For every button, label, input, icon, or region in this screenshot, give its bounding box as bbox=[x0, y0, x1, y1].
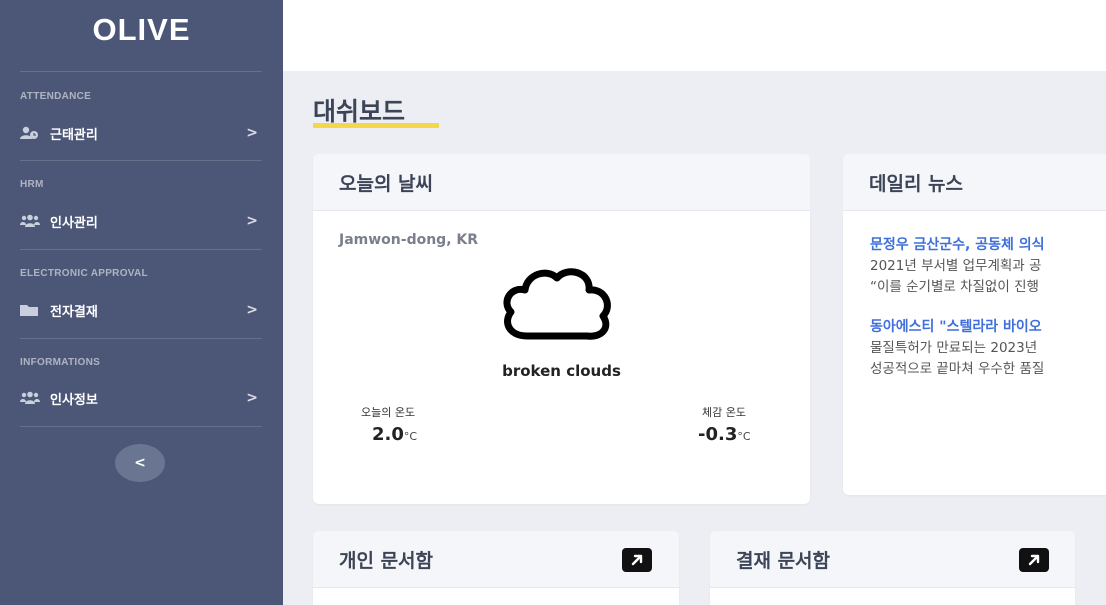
feels-like-number: -0.3 bbox=[698, 424, 738, 445]
sidebar-divider bbox=[20, 249, 262, 250]
chevron-right-icon: > bbox=[246, 390, 258, 406]
personal-docs-card: 개인 문서함 bbox=[313, 531, 679, 605]
news-summary-line: 성공적으로 끝마쳐 우수한 품질 bbox=[870, 361, 1045, 377]
users-icon bbox=[20, 214, 42, 228]
chevron-right-icon: > bbox=[246, 302, 258, 318]
cloud-icon bbox=[497, 264, 617, 350]
weather-card-title: 오늘의 날씨 bbox=[339, 172, 434, 195]
sidebar-section-attendance: ATTENDANCE bbox=[20, 91, 92, 102]
news-summary-line: 2021년 부서별 업무계획과 공 bbox=[870, 258, 1042, 274]
news-item: 문정우 금산군수, 공동체 의식 2021년 부서별 업무계획과 공 “이를 순… bbox=[870, 234, 1106, 298]
chevron-left-icon: < bbox=[134, 455, 146, 471]
sidebar-item-informations[interactable]: 인사정보 > bbox=[20, 386, 262, 410]
sidebar-item-label: 전자결재 bbox=[50, 304, 98, 320]
temp-unit: °C bbox=[403, 430, 418, 443]
sidebar-section-electronic-approval: ELECTRONIC APPROVAL bbox=[20, 268, 148, 279]
today-temp-label: 오늘의 온도 bbox=[361, 406, 416, 419]
temp-unit: °C bbox=[737, 430, 751, 443]
news-card-header: 데일리 뉴스 bbox=[843, 154, 1106, 211]
personal-docs-title: 개인 문서함 bbox=[339, 549, 434, 572]
weather-card: 오늘의 날씨 Jamwon-dong, KR broken clouds 오늘의… bbox=[313, 154, 810, 504]
sidebar-section-hrm: HRM bbox=[20, 179, 44, 190]
weather-description: broken clouds bbox=[502, 362, 621, 380]
chevron-right-icon: > bbox=[246, 125, 258, 141]
users-icon bbox=[20, 391, 42, 405]
news-card: 데일리 뉴스 문정우 금산군수, 공동체 의식 2021년 부서별 업무계획과 … bbox=[843, 154, 1106, 495]
news-headline-link[interactable]: 동아에스티 "스텔라라 바이오 bbox=[870, 316, 1106, 338]
news-summary-line: 물질특허가 만료되는 2023년 bbox=[870, 340, 1038, 356]
approval-docs-card: 결재 문서함 bbox=[710, 531, 1075, 605]
news-card-title: 데일리 뉴스 bbox=[869, 172, 964, 195]
app-logo[interactable]: OLIVE bbox=[0, 12, 283, 48]
approval-docs-title: 결재 문서함 bbox=[736, 549, 831, 572]
folder-icon bbox=[20, 303, 42, 317]
external-link-icon[interactable] bbox=[622, 548, 652, 572]
chevron-right-icon: > bbox=[246, 213, 258, 229]
sidebar-section-informations: INFORMATIONS bbox=[20, 357, 101, 368]
news-list: 문정우 금산군수, 공동체 의식 2021년 부서별 업무계획과 공 “이를 순… bbox=[870, 234, 1106, 398]
sidebar-item-label: 인사관리 bbox=[50, 215, 98, 231]
sidebar-collapse-button[interactable]: < bbox=[115, 444, 165, 482]
sidebar-divider bbox=[20, 426, 262, 427]
today-temp-value: 2.0°C bbox=[372, 424, 417, 445]
feels-like-value: -0.3°C bbox=[698, 424, 751, 445]
sidebar-divider bbox=[20, 71, 262, 72]
weather-card-header: 오늘의 날씨 bbox=[313, 154, 810, 211]
sidebar-item-attendance[interactable]: 근태관리 > bbox=[20, 121, 262, 145]
sidebar-item-electronic-approval[interactable]: 전자결재 > bbox=[20, 298, 262, 322]
news-summary-line: “이를 순기별로 차질없이 진행 bbox=[870, 279, 1039, 295]
feels-like-label: 체감 온도 bbox=[702, 406, 746, 419]
today-temp-number: 2.0 bbox=[372, 424, 404, 445]
sidebar: OLIVE ATTENDANCE 근태관리 > HRM 인사관리 > ELECT… bbox=[0, 0, 283, 605]
user-clock-icon bbox=[20, 126, 42, 140]
top-bar bbox=[283, 0, 1106, 71]
news-item: 동아에스티 "스텔라라 바이오 물질특허가 만료되는 2023년 성공적으로 끝… bbox=[870, 316, 1106, 380]
page-title-underline bbox=[313, 123, 439, 128]
sidebar-divider bbox=[20, 160, 262, 161]
sidebar-item-hrm[interactable]: 인사관리 > bbox=[20, 209, 262, 233]
sidebar-item-label: 근태관리 bbox=[50, 127, 98, 143]
sidebar-divider bbox=[20, 338, 262, 339]
weather-location: Jamwon-dong, KR bbox=[339, 232, 479, 248]
news-headline-link[interactable]: 문정우 금산군수, 공동체 의식 bbox=[870, 234, 1106, 256]
external-link-icon[interactable] bbox=[1019, 548, 1049, 572]
sidebar-item-label: 인사정보 bbox=[50, 392, 98, 408]
